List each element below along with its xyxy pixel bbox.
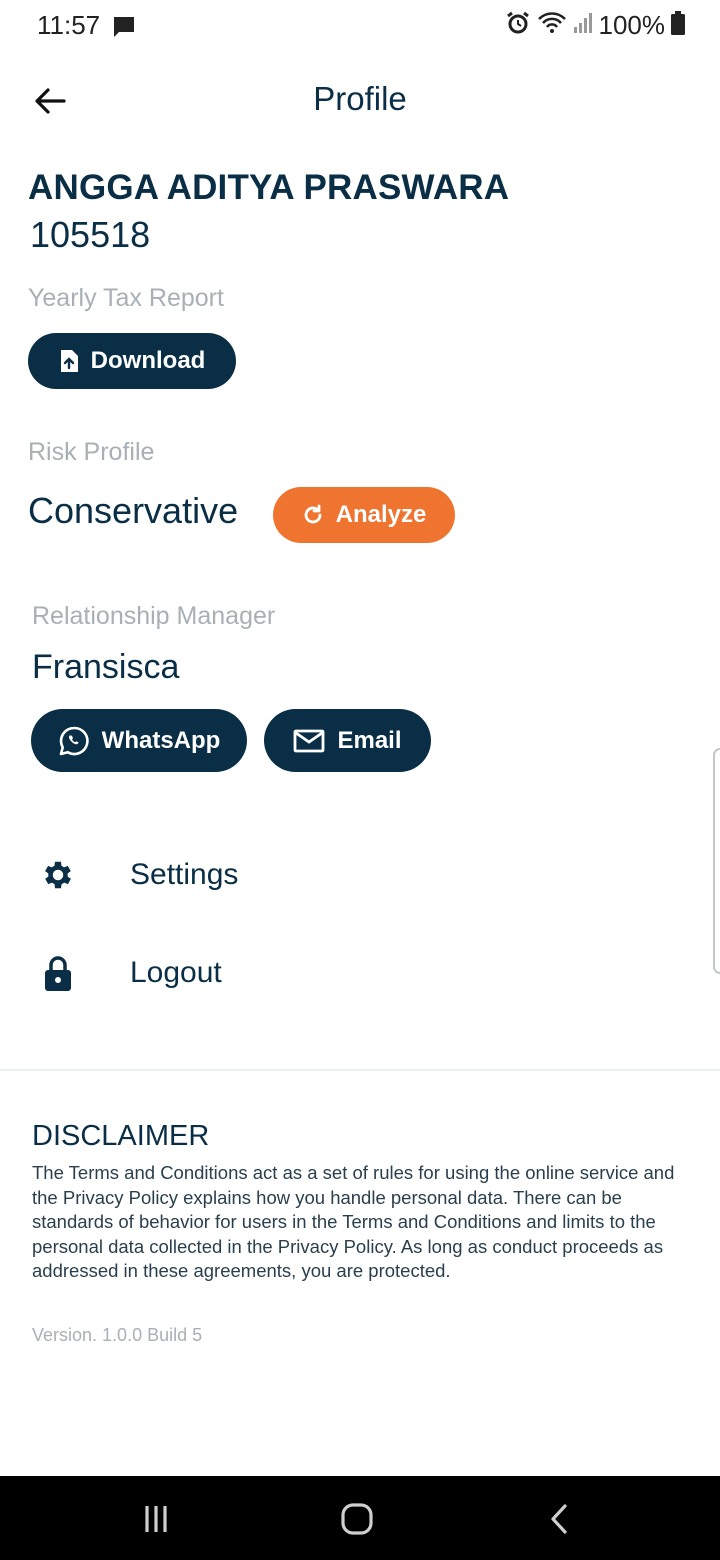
- system-nav-bar: [0, 1476, 720, 1560]
- menu-item-logout[interactable]: Logout: [0, 933, 720, 1013]
- file-upload-icon: [60, 350, 78, 372]
- mail-icon: [294, 729, 325, 752]
- edge-panel-handle[interactable]: [713, 748, 720, 974]
- gear-icon: [40, 857, 76, 893]
- recent-apps-button[interactable]: [134, 1500, 178, 1538]
- relationship-manager-name: Fransisca: [32, 648, 180, 686]
- status-bar: 11:57 100%: [0, 0, 720, 54]
- user-name: ANGGA ADITYA PRASWARA: [28, 168, 510, 207]
- message-icon: [112, 15, 136, 44]
- download-button[interactable]: Download: [28, 333, 236, 389]
- home-icon: [341, 1503, 373, 1535]
- whatsapp-label: WhatsApp: [101, 726, 221, 754]
- menu-item-settings[interactable]: Settings: [0, 835, 720, 915]
- app-header: Profile: [0, 70, 720, 132]
- email-label: Email: [337, 726, 402, 754]
- analyze-button[interactable]: Analyze: [273, 487, 455, 543]
- signal-icon: [573, 11, 593, 40]
- email-button[interactable]: Email: [264, 709, 431, 772]
- whatsapp-icon: [59, 726, 89, 755]
- whatsapp-button[interactable]: WhatsApp: [31, 709, 247, 772]
- user-id: 105518: [30, 214, 151, 255]
- download-label: Download: [90, 347, 206, 374]
- chevron-left-icon: [551, 1504, 567, 1534]
- relationship-manager-label: Relationship Manager: [32, 602, 276, 630]
- risk-profile-label: Risk Profile: [28, 438, 155, 466]
- lock-icon: [40, 955, 76, 991]
- wifi-icon: [537, 11, 567, 40]
- version-text: Version. 1.0.0 Build 5: [32, 1325, 203, 1345]
- back-nav-button[interactable]: [537, 1500, 581, 1538]
- status-icons: 100%: [505, 10, 685, 41]
- home-button[interactable]: [335, 1500, 379, 1538]
- settings-label: Settings: [130, 858, 239, 891]
- alarm-icon: [505, 10, 531, 41]
- battery-icon: [671, 11, 685, 40]
- page-title: Profile: [313, 80, 407, 117]
- recent-apps-icon: [145, 1506, 167, 1532]
- status-time: 11:57: [37, 10, 101, 40]
- risk-profile-value: Conservative: [28, 490, 239, 531]
- refresh-icon: [304, 504, 322, 524]
- disclaimer-text: The Terms and Conditions act as a set of…: [32, 1162, 675, 1282]
- analyze-label: Analyze: [335, 501, 427, 528]
- disclaimer-title: DISCLAIMER: [32, 1120, 210, 1152]
- logout-label: Logout: [130, 956, 222, 989]
- divider: [0, 1069, 720, 1071]
- battery-percent: 100%: [598, 10, 666, 40]
- tax-report-label: Yearly Tax Report: [28, 284, 224, 312]
